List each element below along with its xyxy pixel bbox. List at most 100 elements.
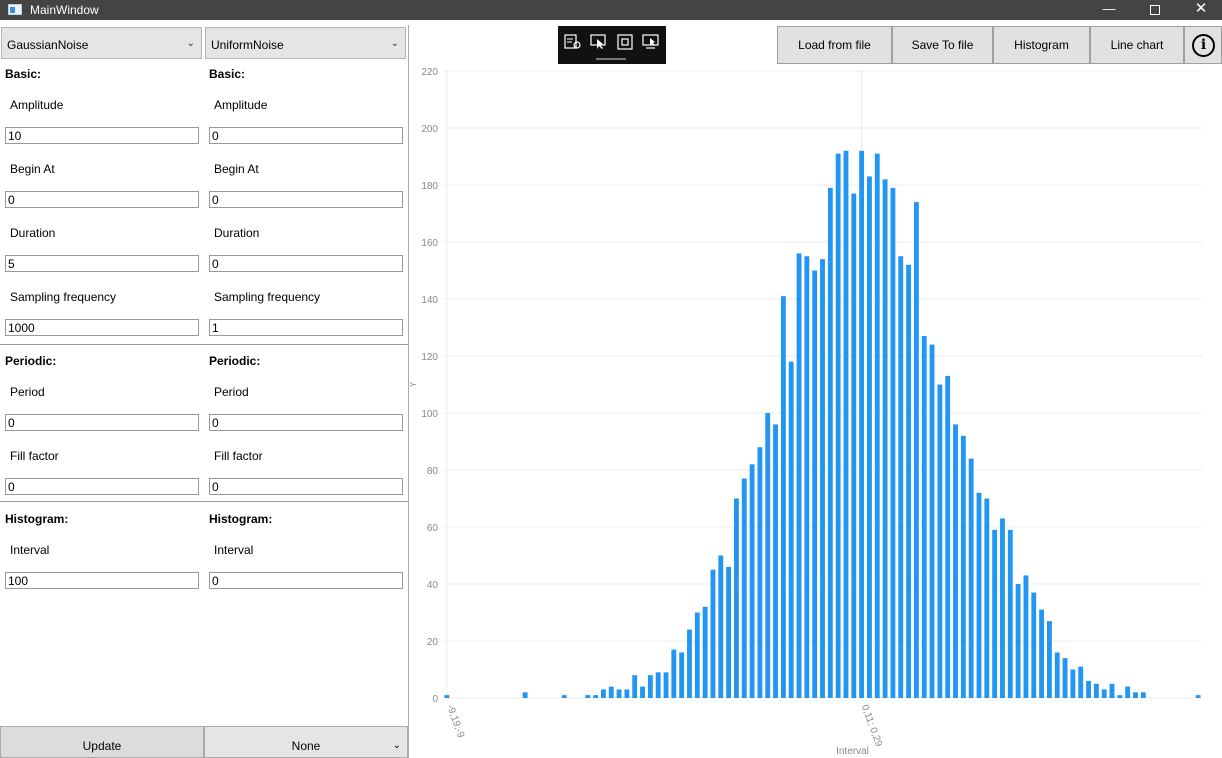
histogram-bar [1109,683,1115,698]
signal2-period-field[interactable] [209,414,403,431]
histogram-bar [1023,575,1029,698]
close-icon: ✕ [1194,0,1208,17]
histogram-chart[interactable]: 0 20 40 60 80 100 120 140 160 180 200 220 -9,19;-9 0,… [410,64,1222,758]
signal2-sampling-label: Sampling frequency [214,290,321,304]
signal1-duration-label: Duration [10,226,56,240]
histogram-bar [1039,609,1045,698]
histogram-bar [937,384,943,698]
histogram-bar [655,672,661,698]
signal1-histogram-header: Histogram: [5,512,69,526]
y-tick-label: 60 [427,523,439,534]
histogram-bar [734,498,739,698]
histogram-bar [671,649,677,698]
signal1-type-select[interactable]: GaussianNoise ⌄ [1,27,202,59]
y-tick-label: 140 [421,295,438,306]
update-button[interactable]: Update [0,726,204,758]
histogram-bar [718,555,724,698]
select-pointer-icon[interactable] [590,34,608,50]
signal2-amplitude-label: Amplitude [214,98,268,112]
signal2-fill-label: Fill factor [214,449,263,463]
y-tick-label: 100 [421,409,438,420]
toolbar-grip[interactable] [596,58,626,60]
y-tick-label: 120 [421,352,438,363]
histogram-bar [1046,621,1052,698]
signal2-periodic-header: Periodic: [209,354,261,368]
histogram-bar [1140,692,1146,698]
signal2-fill-field[interactable] [209,478,403,495]
histogram-bar [796,253,802,698]
signal-settings-panel: GaussianNoise ⌄ UniformNoise ⌄ Basic: Am… [0,25,409,758]
histogram-bar [741,478,747,698]
signal1-duration-field[interactable] [5,255,199,272]
signal2-begin-field[interactable] [209,191,403,208]
operation-select[interactable]: None ⌄ [204,726,408,758]
signal2-interval-field[interactable] [209,572,403,589]
histogram-bar [820,259,825,698]
y-axis-title: Y [410,381,418,387]
minimize-button[interactable]: — [1086,0,1132,20]
y-tick-label: 160 [421,238,438,249]
signal2-basic-header: Basic: [209,67,246,81]
signal1-begin-label: Begin At [10,162,55,176]
histogram-bar [1117,695,1123,698]
section-divider [0,344,408,345]
signal1-fill-field[interactable] [5,478,199,495]
save-to-file-button[interactable]: Save To file [892,26,993,64]
operation-value: None [291,739,321,753]
histogram-bar [882,179,888,699]
minimize-icon: — [1102,1,1116,16]
signal1-type-value: GaussianNoise [7,38,89,52]
histogram-bar [851,193,857,699]
signal2-type-select[interactable]: UniformNoise ⌄ [205,27,406,59]
histogram-bar [992,529,998,698]
signal2-amplitude-field[interactable] [209,127,403,144]
histogram-bar [804,256,810,698]
signal1-periodic-header: Periodic: [5,354,57,368]
histogram-bar [687,629,692,698]
window-title: MainWindow [30,3,99,17]
histogram-bar [827,187,833,698]
signal2-type-value: UniformNoise [211,38,284,52]
line-chart-button[interactable]: Line chart [1090,26,1184,64]
signal1-interval-field[interactable] [5,572,199,589]
info-button[interactable]: i [1184,26,1222,64]
signal2-interval-label: Interval [214,543,254,557]
signal2-sampling-field[interactable] [209,319,403,336]
histogram-bar [702,606,708,698]
histogram-bar [874,153,880,698]
histogram-bar [921,336,927,698]
signal2-duration-field[interactable] [209,255,403,272]
histogram-bar [945,375,951,698]
chart-tools-toolbar [558,26,666,64]
histogram-bar [1070,669,1076,698]
signal1-sampling-field[interactable] [5,319,199,336]
maximize-icon [1150,4,1160,15]
histogram-bar [749,464,755,698]
histogram-button[interactable]: Histogram [993,26,1090,64]
maximize-button[interactable] [1132,0,1178,20]
histogram-bar [867,176,872,698]
signal1-begin-field[interactable] [5,191,199,208]
load-from-file-button[interactable]: Load from file [777,26,892,64]
histogram-bar [1078,666,1084,698]
histogram-bar [976,492,982,698]
chart-settings-icon[interactable] [564,34,582,50]
histogram-bar [953,424,958,698]
signal1-amplitude-field[interactable] [5,127,199,144]
histogram-bar [984,498,990,698]
fit-zoom-icon[interactable] [616,34,634,50]
y-tick-label: 40 [427,580,439,591]
histogram-bar [616,689,622,698]
histogram-bar [694,612,700,698]
signal1-period-field[interactable] [5,414,199,431]
screen-select-icon[interactable] [642,34,660,50]
histogram-bar [835,153,841,698]
signal1-period-label: Period [10,385,45,399]
y-tick-label: 20 [427,637,439,648]
signal1-interval-label: Interval [10,543,50,557]
histogram-bar [522,692,528,698]
histogram-bar [968,458,974,698]
histogram-bar [632,675,638,698]
histogram-bar [906,264,911,698]
close-button[interactable]: ✕ [1178,0,1222,20]
